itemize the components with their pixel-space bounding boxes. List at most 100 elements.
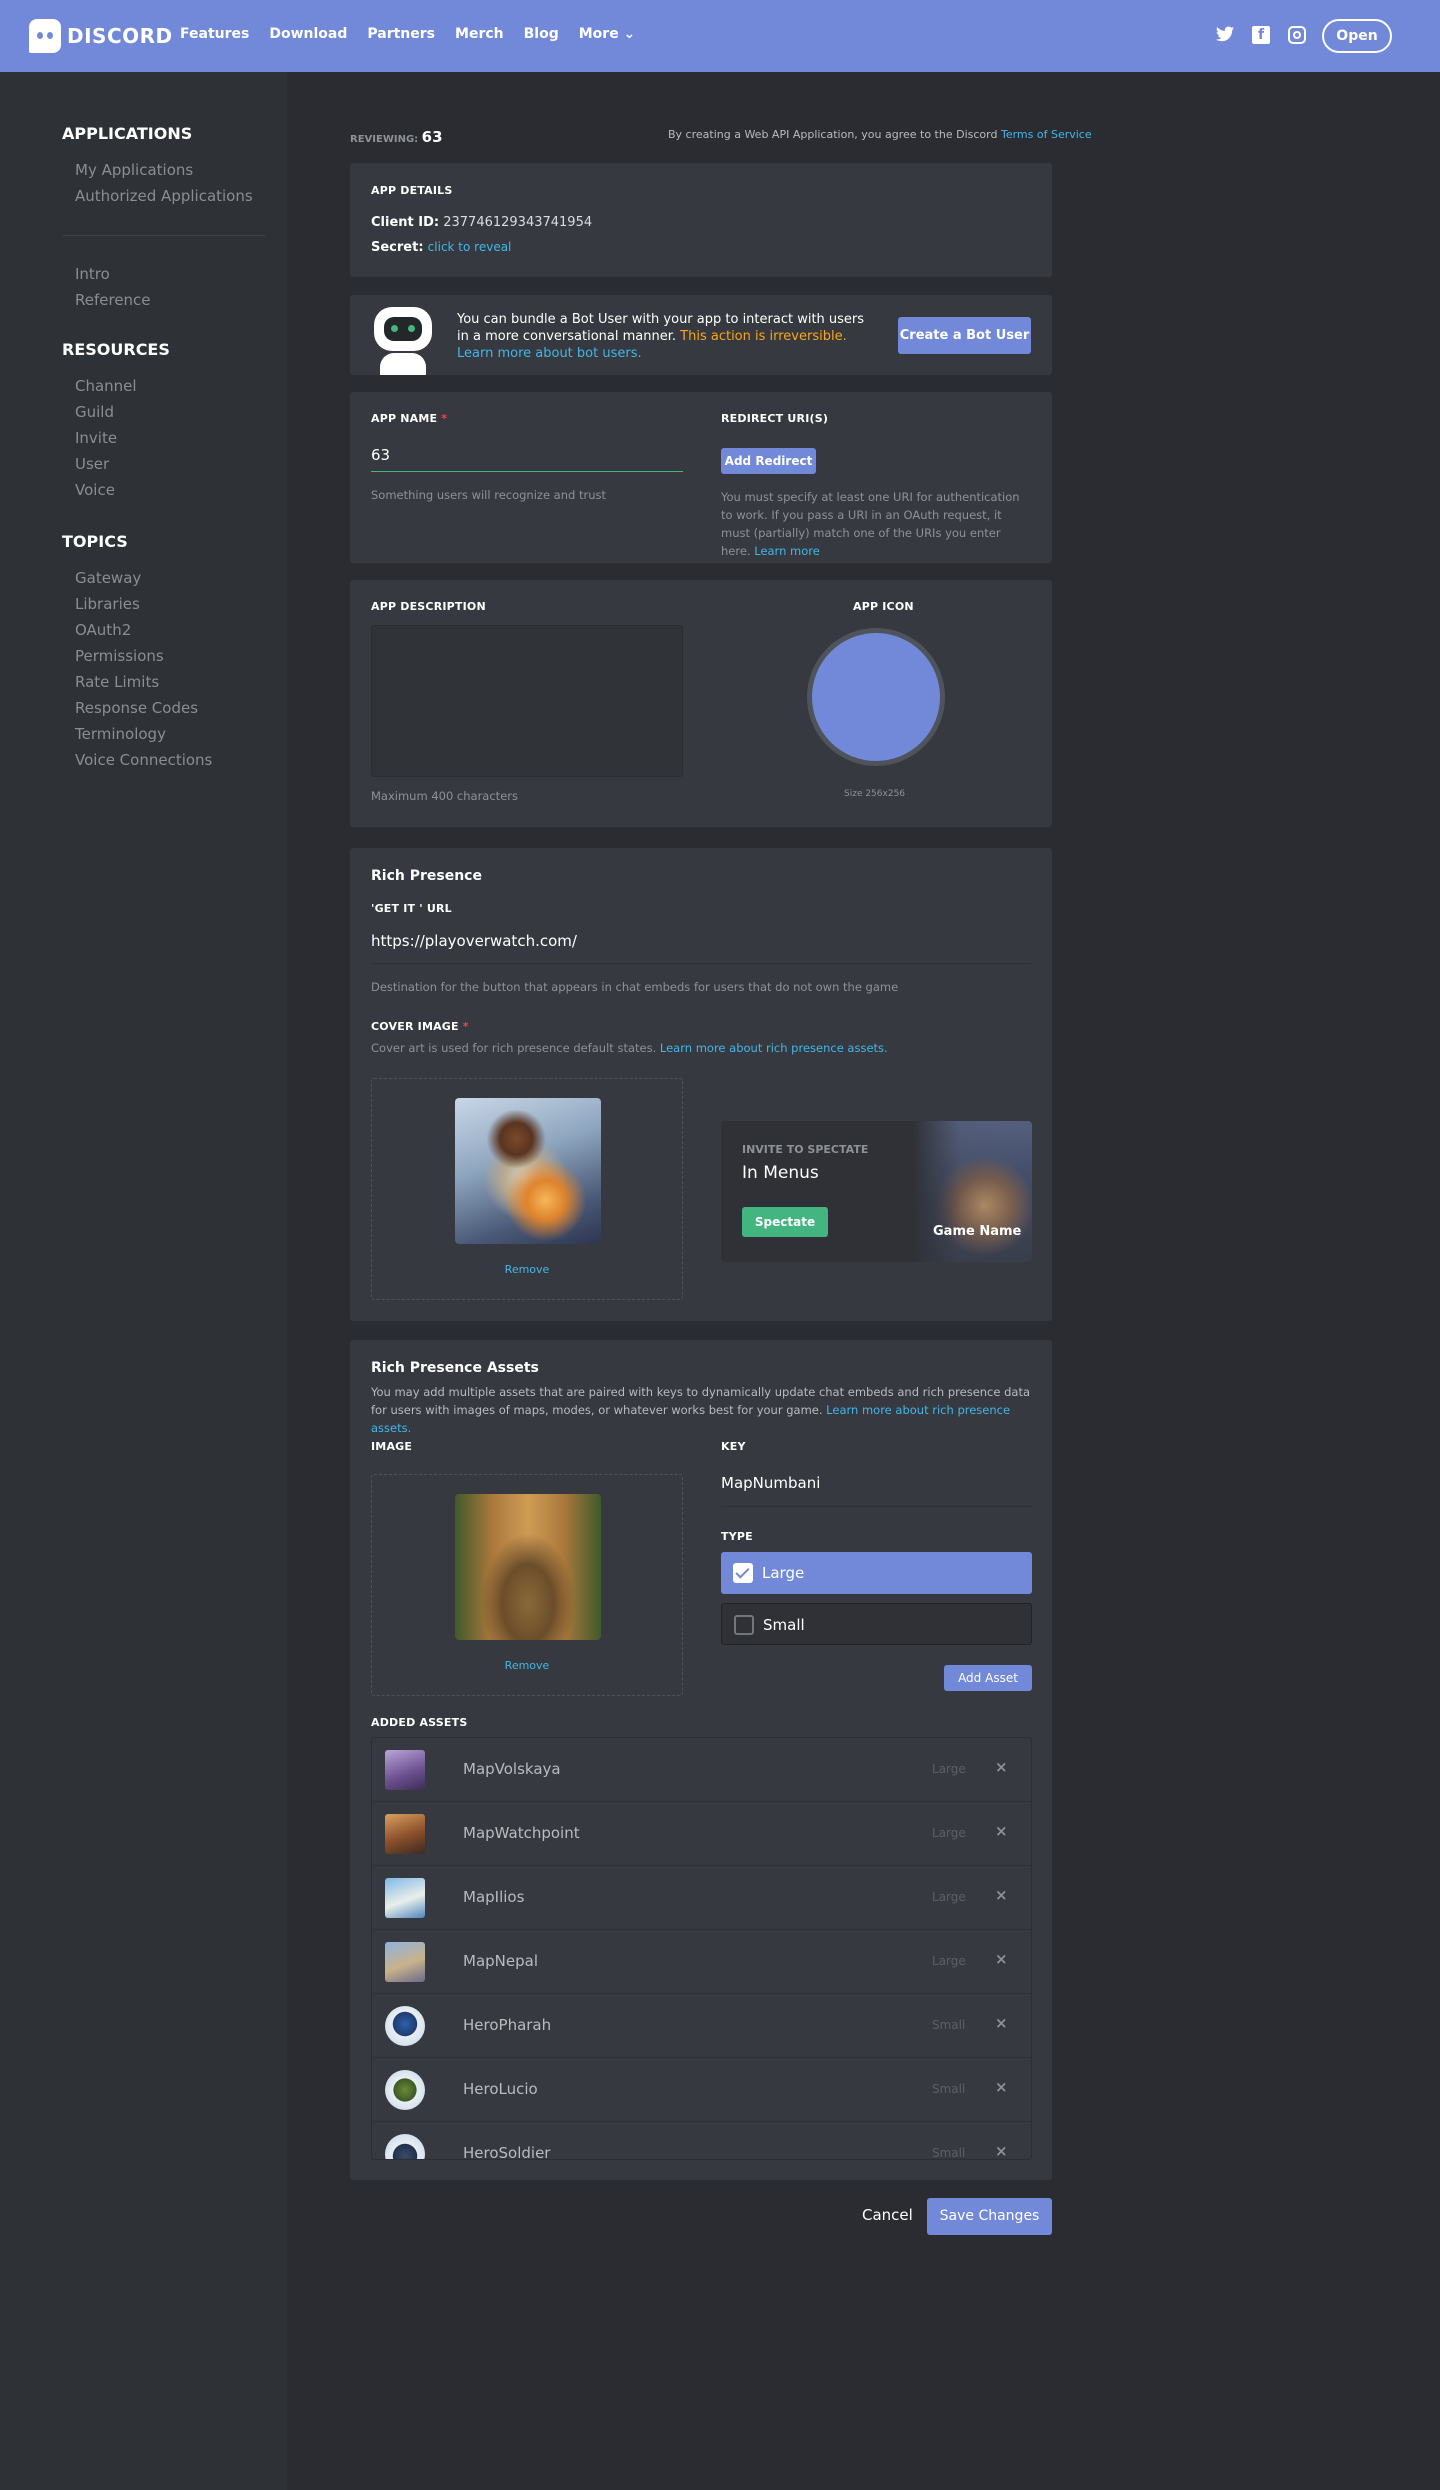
sidebar-item-user[interactable]: User — [62, 451, 170, 477]
bot-user-text: You can bundle a Bot User with your app … — [457, 311, 877, 362]
cover-image-dropzone[interactable]: Remove — [371, 1078, 683, 1300]
remove-asset-icon[interactable]: × — [995, 2014, 1008, 2032]
app-icon-upload[interactable] — [807, 628, 945, 766]
sidebar-heading-topics: TOPICS — [62, 532, 128, 551]
remove-asset-icon[interactable]: × — [995, 2078, 1008, 2096]
cover-hint-text: Cover art is used for rich presence defa… — [371, 1041, 657, 1055]
asset-image-dropzone[interactable]: Remove — [371, 1474, 683, 1696]
type-option-small[interactable]: Small — [721, 1603, 1032, 1645]
asset-row: MapIlios Large × — [372, 1866, 1031, 1930]
remove-cover-link[interactable]: Remove — [372, 1263, 682, 1276]
sidebar-item-authorized-applications[interactable]: Authorized Applications — [62, 183, 253, 209]
reveal-secret-link[interactable]: click to reveal — [428, 240, 512, 254]
open-button[interactable]: Open — [1322, 19, 1392, 53]
save-changes-button[interactable]: Save Changes — [927, 2198, 1052, 2235]
instagram-icon[interactable] — [1288, 26, 1306, 44]
bot-user-banner: You can bundle a Bot User with your app … — [350, 295, 1052, 375]
spectate-preview-card: INVITE TO SPECTATE In Menus Spectate Gam… — [721, 1121, 1032, 1262]
asset-thumbnail — [385, 2134, 425, 2159]
type-option-large[interactable]: Large — [721, 1552, 1032, 1594]
asset-key-input[interactable]: MapNumbani — [721, 1474, 1032, 1507]
asset-thumbnail — [385, 1878, 425, 1918]
nav-link-download[interactable]: Download — [269, 26, 347, 42]
icon-size-hint: Size 256x256 — [844, 789, 906, 799]
asset-thumbnail — [385, 1750, 425, 1790]
added-assets-list: MapVolskaya Large × MapWatchpoint Large … — [371, 1737, 1032, 2160]
cover-learn-more-link[interactable]: Learn more about rich presence assets. — [660, 1041, 888, 1055]
app-description-panel: APP DESCRIPTION Maximum 400 characters A… — [350, 580, 1052, 827]
assets-subtitle: You may add multiple assets that are pai… — [371, 1383, 1031, 1437]
app-name-hint: Something users will recognize and trust — [371, 488, 607, 502]
asset-type: Large — [932, 1762, 966, 1776]
remove-asset-image-link[interactable]: Remove — [372, 1659, 682, 1672]
nav-link-partners[interactable]: Partners — [367, 26, 435, 42]
nav-link-merch[interactable]: Merch — [455, 26, 504, 42]
app-name-panel: APP NAME * 63 Something users will recog… — [350, 392, 1052, 563]
reviewing-value: 63 — [421, 128, 443, 146]
remove-asset-icon[interactable]: × — [995, 1950, 1008, 1968]
remove-asset-icon[interactable]: × — [995, 1758, 1008, 1776]
nav-link-more[interactable]: More ⌄ — [579, 26, 636, 42]
bot-warning: This action is irreversible. — [680, 329, 847, 344]
learn-bot-users-link[interactable]: Learn more about bot users. — [457, 346, 642, 361]
sidebar-item-guild[interactable]: Guild — [62, 399, 170, 425]
sidebar-item-libraries[interactable]: Libraries — [62, 591, 212, 617]
sidebar-item-oauth2[interactable]: OAuth2 — [62, 617, 212, 643]
discord-logo[interactable]: DISCORD — [29, 19, 173, 53]
remove-asset-icon[interactable]: × — [995, 2142, 1008, 2159]
sidebar-applications: APPLICATIONS My Applications Authorized … — [62, 124, 253, 209]
app-description-textarea[interactable] — [371, 625, 683, 777]
remove-asset-icon[interactable]: × — [995, 1886, 1008, 1904]
rich-presence-panel: Rich Presence 'GET IT ' URL https://play… — [350, 848, 1052, 1321]
sidebar-item-channel[interactable]: Channel — [62, 373, 170, 399]
rich-presence-title: Rich Presence — [371, 868, 482, 884]
asset-row: MapVolskaya Large × — [372, 1738, 1031, 1802]
sidebar-item-voice[interactable]: Voice — [62, 477, 170, 503]
spectate-button[interactable]: Spectate — [742, 1207, 828, 1237]
app-name-label: APP NAME * — [371, 412, 447, 425]
nav-link-blog[interactable]: Blog — [524, 26, 559, 42]
redirect-learn-more-link[interactable]: Learn more — [754, 544, 820, 558]
client-id-row: Client ID: 237746129343741954 — [371, 215, 592, 230]
get-it-url-hint: Destination for the button that appears … — [371, 980, 899, 994]
nav-links: Features Download Partners Merch Blog Mo… — [180, 26, 635, 42]
tos-link[interactable]: Terms of Service — [1001, 128, 1092, 141]
nav-link-features[interactable]: Features — [180, 26, 249, 42]
add-asset-button[interactable]: Add Asset — [944, 1665, 1032, 1691]
sidebar-item-terminology[interactable]: Terminology — [62, 721, 212, 747]
sidebar-item-voice-connections[interactable]: Voice Connections — [62, 747, 212, 773]
asset-image-preview — [455, 1494, 601, 1640]
asset-thumbnail — [385, 1814, 425, 1854]
sidebar-item-response-codes[interactable]: Response Codes — [62, 695, 212, 721]
facebook-icon[interactable]: f — [1252, 26, 1270, 44]
app-details-heading: APP DETAILS — [371, 184, 453, 197]
sidebar-item-permissions[interactable]: Permissions — [62, 643, 212, 669]
create-bot-user-button[interactable]: Create a Bot User — [898, 317, 1031, 354]
sidebar-item-intro[interactable]: Intro — [62, 261, 151, 287]
sidebar-heading-resources: RESOURCES — [62, 340, 170, 359]
app-name-input[interactable]: 63 — [371, 440, 683, 472]
social-icons: f — [1216, 26, 1306, 44]
asset-type: Small — [932, 2082, 966, 2096]
sidebar: APPLICATIONS My Applications Authorized … — [0, 72, 287, 2490]
add-redirect-button[interactable]: Add Redirect — [721, 448, 816, 474]
sidebar-item-reference[interactable]: Reference — [62, 287, 151, 313]
sidebar-item-gateway[interactable]: Gateway — [62, 565, 212, 591]
sidebar-item-invite[interactable]: Invite — [62, 425, 170, 451]
asset-row: MapWatchpoint Large × — [372, 1802, 1031, 1866]
tos-notice: By creating a Web API Application, you a… — [668, 128, 1092, 141]
sidebar-item-rate-limits[interactable]: Rate Limits — [62, 669, 212, 695]
asset-name: MapVolskaya — [463, 1760, 561, 1778]
asset-type: Large — [932, 1954, 966, 1968]
added-assets-label: ADDED ASSETS — [371, 1716, 468, 1729]
description-hint: Maximum 400 characters — [371, 789, 518, 803]
twitter-icon[interactable] — [1216, 26, 1234, 44]
cancel-button[interactable]: Cancel — [862, 2206, 913, 2224]
app-details-panel: APP DETAILS Client ID: 23774612934374195… — [350, 163, 1052, 277]
rich-presence-assets-panel: Rich Presence Assets You may add multipl… — [350, 1340, 1052, 2180]
sidebar-item-my-applications[interactable]: My Applications — [62, 157, 253, 183]
get-it-url-input[interactable]: https://playoverwatch.com/ — [371, 932, 1031, 964]
asset-thumbnail — [385, 2070, 425, 2110]
asset-name: MapNepal — [463, 1952, 538, 1970]
remove-asset-icon[interactable]: × — [995, 1822, 1008, 1840]
